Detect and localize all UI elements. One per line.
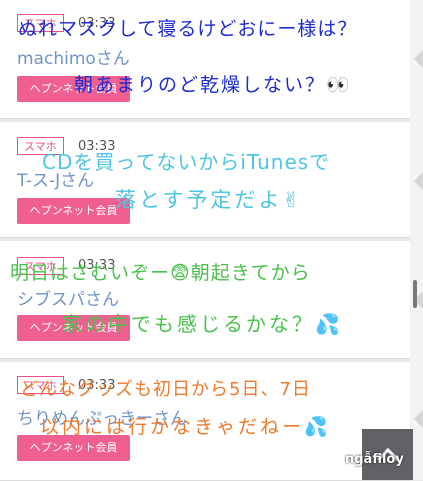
card-arrow-icon bbox=[414, 410, 423, 428]
scrollbar[interactable] bbox=[410, 0, 423, 480]
overlay-text-line: ぬれマスクして寝るけどおにー様は？ bbox=[18, 18, 358, 40]
post-card[interactable]: スマホ 03:33 T-ス-Jさん ヘプンネット会員 bbox=[0, 122, 410, 238]
overlay-text-line: どんなグッズも初日から5日、7日 bbox=[20, 379, 311, 400]
overlay-text-line: 明日はさむいぞー😨朝起きてから bbox=[10, 262, 311, 284]
watermark: ngẫfiloy bbox=[345, 452, 404, 467]
overlay-text-line: CDを買ってないからiTunesで bbox=[42, 150, 331, 174]
card-arrow-icon bbox=[414, 172, 423, 190]
overlay-text-line: 落とす予定だよ✌ bbox=[115, 188, 303, 212]
card-arrow-icon bbox=[414, 50, 423, 68]
overlay-text-line: 朝あまりのど乾燥しない？👀 bbox=[74, 74, 352, 96]
overlay-text-line: 以内には行かなきゃだねー💦 bbox=[40, 416, 331, 438]
scroll-thumb[interactable] bbox=[413, 280, 417, 308]
member-button[interactable]: ヘプンネット会員 bbox=[17, 198, 130, 224]
username-link[interactable]: シブスパさん bbox=[17, 285, 119, 310]
overlay-text-line: 家の中でも感じるかな？💦 bbox=[62, 312, 343, 336]
username-link[interactable]: machimoさん bbox=[17, 44, 130, 69]
